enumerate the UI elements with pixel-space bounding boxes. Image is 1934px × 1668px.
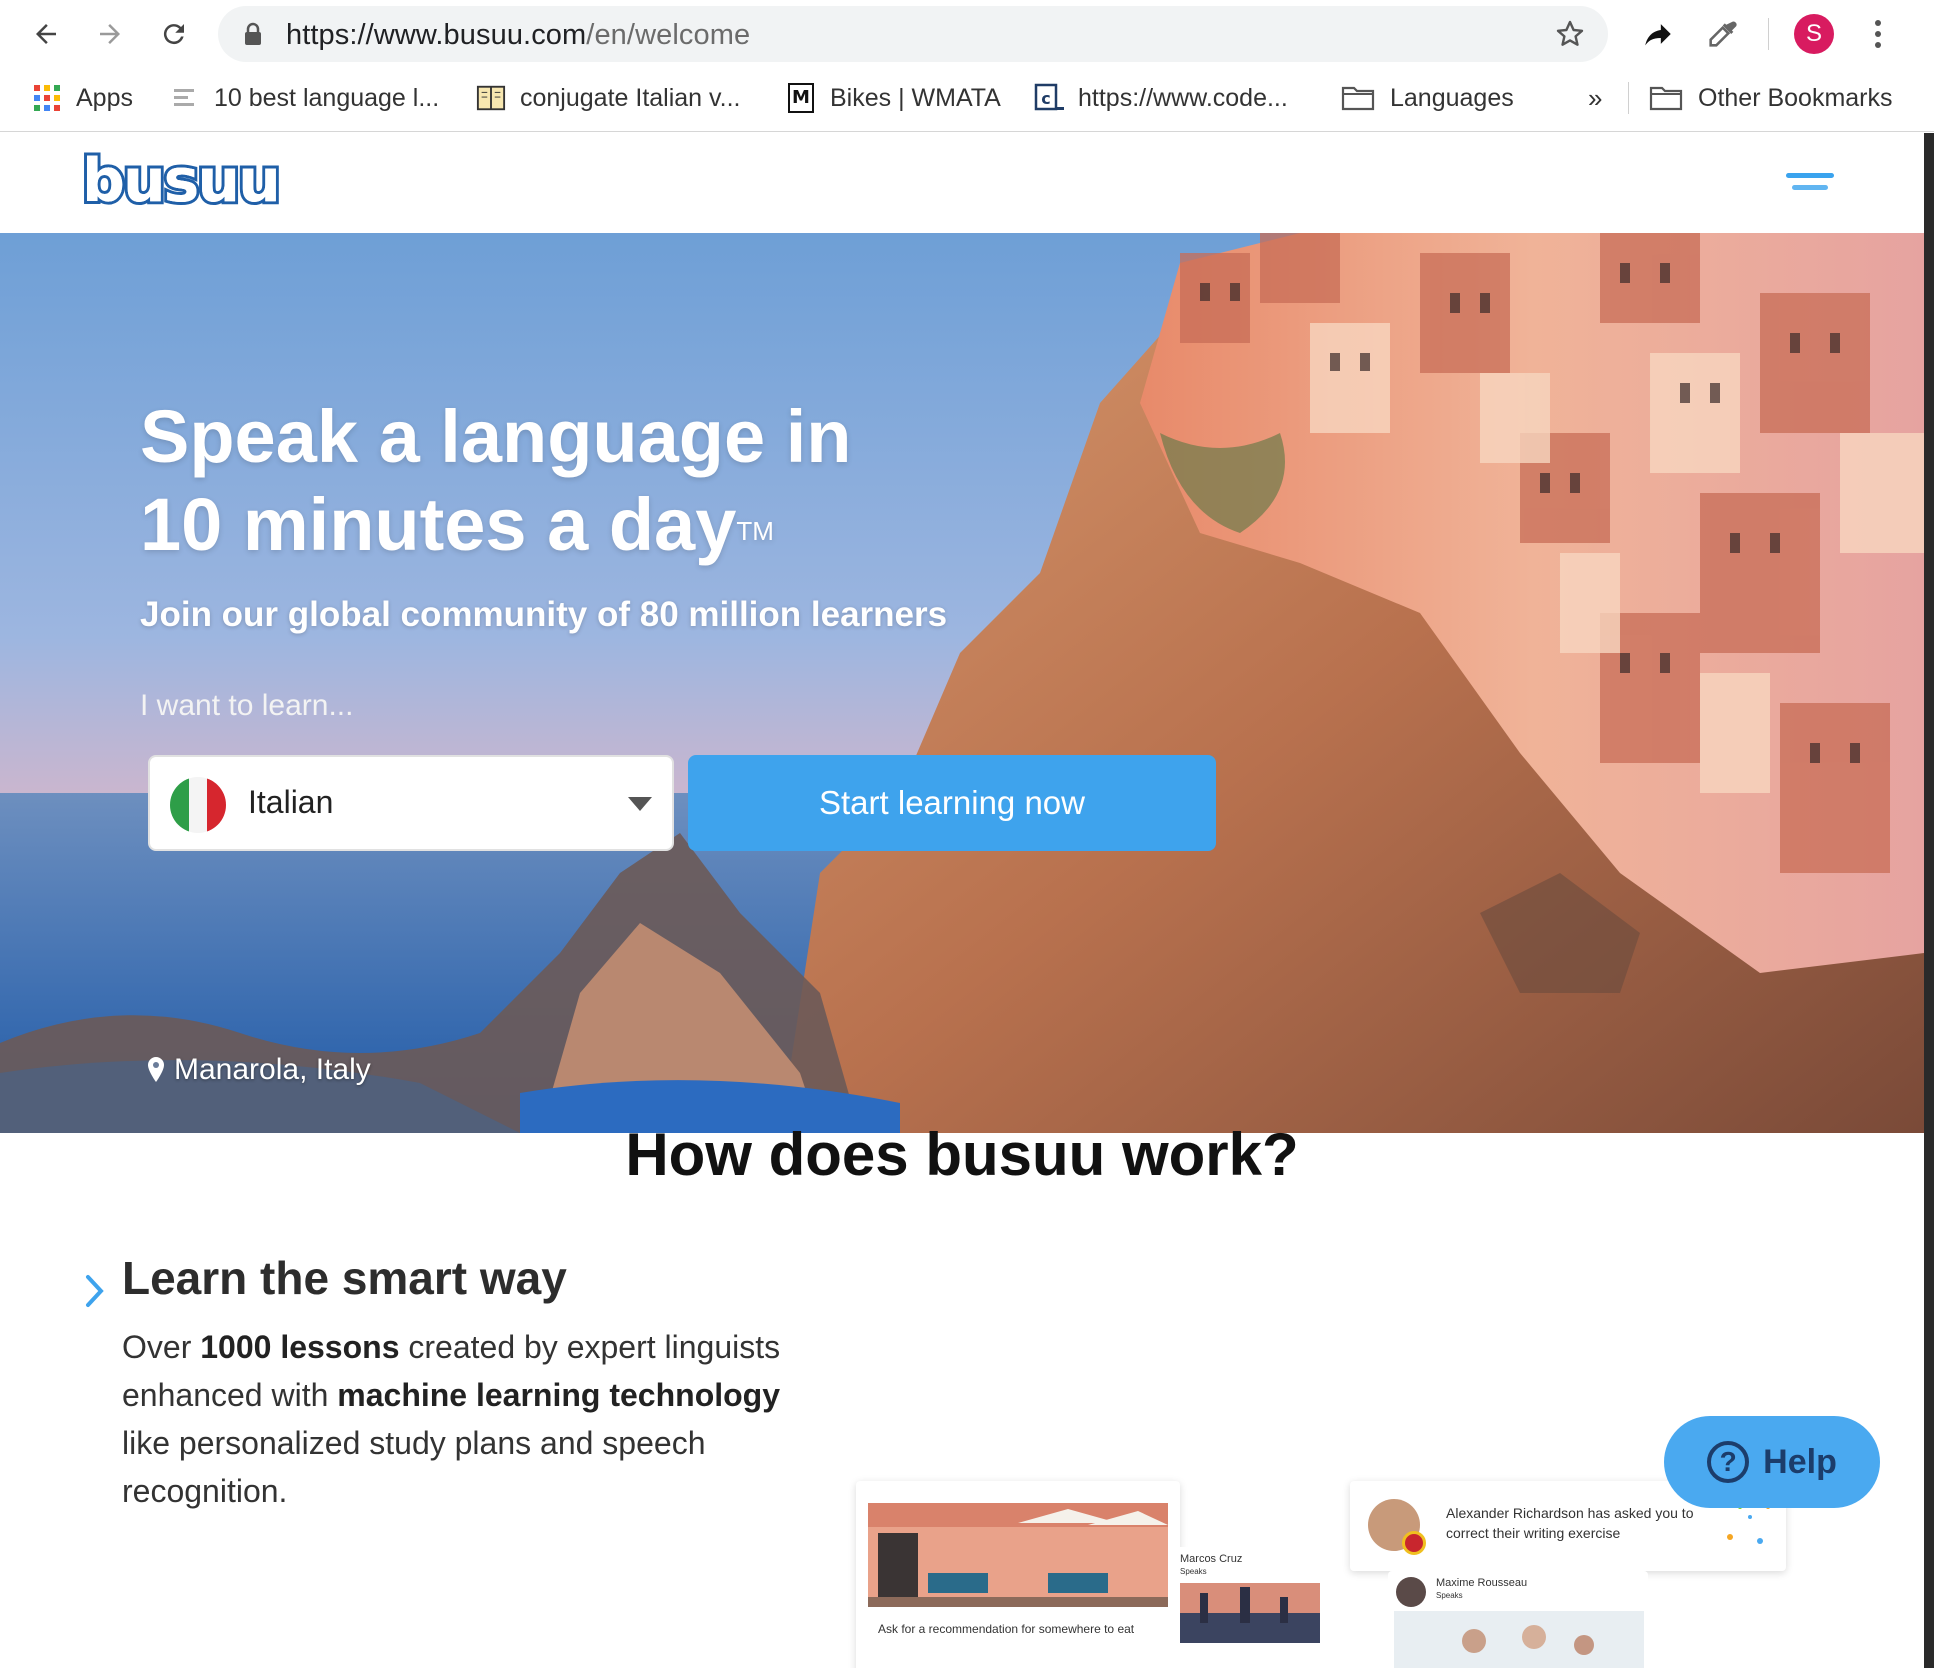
kebab-menu-icon <box>1875 20 1881 48</box>
bookmark-star-icon[interactable] <box>1554 18 1586 50</box>
notification-text: Alexander Richardson has asked you to co… <box>1446 1505 1694 1541</box>
bookmark-bikes-wmata[interactable]: M Bikes | WMATA <box>786 74 1001 122</box>
svg-text:c: c <box>1041 89 1050 108</box>
svg-text:M: M <box>792 87 810 108</box>
learn-label: I want to learn... <box>140 689 354 722</box>
bookmark-folder-languages[interactable]: Languages <box>1340 74 1514 122</box>
bookmark-apps[interactable]: Apps <box>32 74 133 122</box>
back-arrow-icon <box>36 24 56 44</box>
community-card-2: Maxime Rousseau Speaks <box>1388 1571 1648 1668</box>
city-photo <box>1180 1583 1320 1643</box>
page-viewport: busuu busuu Speak a language in 10 minut… <box>0 133 1924 1668</box>
folder-icon <box>1648 83 1684 113</box>
address-bar[interactable]: https://www.busuu.com/en/welcome <box>218 6 1608 62</box>
share-arrow-icon <box>1645 24 1671 46</box>
question-icon: ? <box>1707 1441 1750 1483</box>
lesson-card: Ask for a recommendation for somewhere t… <box>856 1481 1180 1668</box>
eyedropper-icon <box>1709 21 1737 47</box>
language-select[interactable]: Italian <box>148 755 674 851</box>
user1-name: Marcos Cruz <box>1180 1553 1243 1565</box>
reload-button[interactable] <box>150 10 198 58</box>
italy-flag-icon <box>170 777 226 833</box>
spain-flag-icon <box>1402 1531 1426 1555</box>
bookmark-language-learning[interactable]: 10 best language l... <box>170 74 439 122</box>
page-icon <box>170 83 200 113</box>
user2-speaks-label: Speaks <box>1436 1591 1463 1600</box>
site-header: busuu busuu <box>0 133 1924 233</box>
eyedropper-extension[interactable] <box>1698 10 1746 58</box>
ask-recommendation-text: Ask for a recommendation for somewhere t… <box>878 1622 1135 1636</box>
bookmarks-overflow-button[interactable]: » <box>1588 74 1602 122</box>
metro-icon: M <box>786 83 816 113</box>
codecademy-icon: c <box>1034 83 1064 113</box>
user2-avatar <box>1396 1577 1426 1607</box>
dropdown-caret-icon <box>628 797 652 811</box>
bookmark-conjugate-italian[interactable]: conjugate Italian v... <box>476 74 741 122</box>
chevron-right-icon[interactable] <box>84 1273 106 1309</box>
bookmarks-bar: Apps 10 best language l... conjugate Ita… <box>0 74 1934 122</box>
hero-title: Speak a language in 10 minutes a dayTM <box>140 395 852 566</box>
bookmark-other-bookmarks[interactable]: Other Bookmarks <box>1648 74 1893 122</box>
family-photo <box>1394 1611 1644 1668</box>
bookmark-codecademy[interactable]: c https://www.code... <box>1034 74 1288 122</box>
folder-icon <box>1340 83 1376 113</box>
profile-button[interactable]: S <box>1790 10 1838 58</box>
profile-avatar: S <box>1794 14 1834 54</box>
community-card-1: Marcos Cruz Speaks <box>1172 1547 1358 1668</box>
url-text: https://www.busuu.com/en/welcome <box>286 19 751 51</box>
lock-icon <box>245 22 261 45</box>
start-learning-button[interactable]: Start learning now <box>688 755 1216 851</box>
browser-toolbar: https://www.busuu.com/en/welcome S Apps <box>0 0 1934 132</box>
trademark-symbol: TM <box>736 516 774 546</box>
window-edge <box>1924 133 1934 1668</box>
chrome-menu-button[interactable] <box>1854 10 1902 58</box>
book-icon <box>476 83 506 113</box>
help-button[interactable]: ? Help <box>1664 1416 1880 1508</box>
feature-title[interactable]: Learn the smart way <box>122 1251 567 1305</box>
apps-grid-icon <box>32 83 62 113</box>
user1-speaks-label: Speaks <box>1180 1567 1207 1576</box>
hamburger-menu-button[interactable] <box>1786 173 1834 199</box>
forward-button[interactable] <box>86 10 134 58</box>
hero-section: Speak a language in 10 minutes a dayTM J… <box>0 233 1924 1133</box>
user2-name: Maxime Rousseau <box>1436 1577 1528 1589</box>
feature-description: Over 1000 lessons created by expert ling… <box>122 1329 781 1509</box>
hero-background-image <box>0 233 1924 1133</box>
hero-subtitle: Join our global community of 80 million … <box>140 595 948 634</box>
reload-icon <box>163 24 184 45</box>
section-title: How does busuu work? <box>625 1121 1299 1188</box>
back-button[interactable] <box>22 10 70 58</box>
map-pin-icon <box>148 1057 164 1082</box>
cafe-photo <box>868 1503 1168 1607</box>
language-selected-value: Italian <box>248 784 334 820</box>
forward-arrow-icon <box>100 24 120 44</box>
busuu-logo-fill: busuu <box>82 146 281 216</box>
photo-location: Manarola, Italy <box>146 1053 371 1087</box>
share-button[interactable] <box>1634 10 1682 58</box>
